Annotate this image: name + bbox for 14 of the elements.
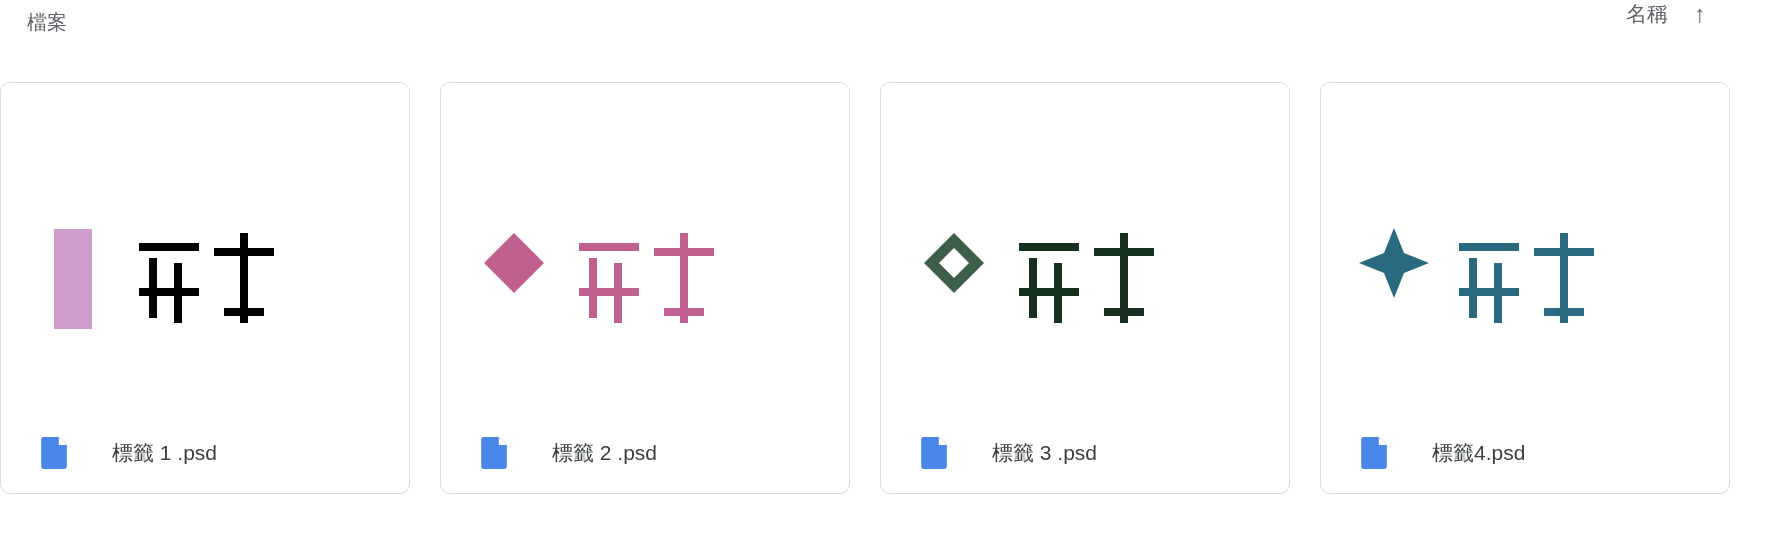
document-icon: [921, 437, 947, 469]
document-icon: [41, 437, 67, 469]
sort-button[interactable]: 名稱 ↑: [1626, 0, 1706, 28]
file-card[interactable]: 標籤 2 .psd: [440, 82, 850, 494]
document-icon: [1361, 437, 1387, 469]
file-card[interactable]: 標籤4.psd: [1320, 82, 1730, 494]
section-title: 檔案: [27, 10, 67, 35]
file-card[interactable]: 標籤 3 .psd: [880, 82, 1290, 494]
file-name: 標籤 2 .psd: [552, 440, 658, 466]
document-icon: [481, 437, 507, 469]
file-name: 標籤 1 .psd: [112, 440, 218, 466]
file-name: 標籤 3 .psd: [992, 440, 1098, 466]
file-card[interactable]: 標籤 1 .psd: [0, 82, 410, 494]
file-name: 標籤4.psd: [1432, 440, 1526, 466]
